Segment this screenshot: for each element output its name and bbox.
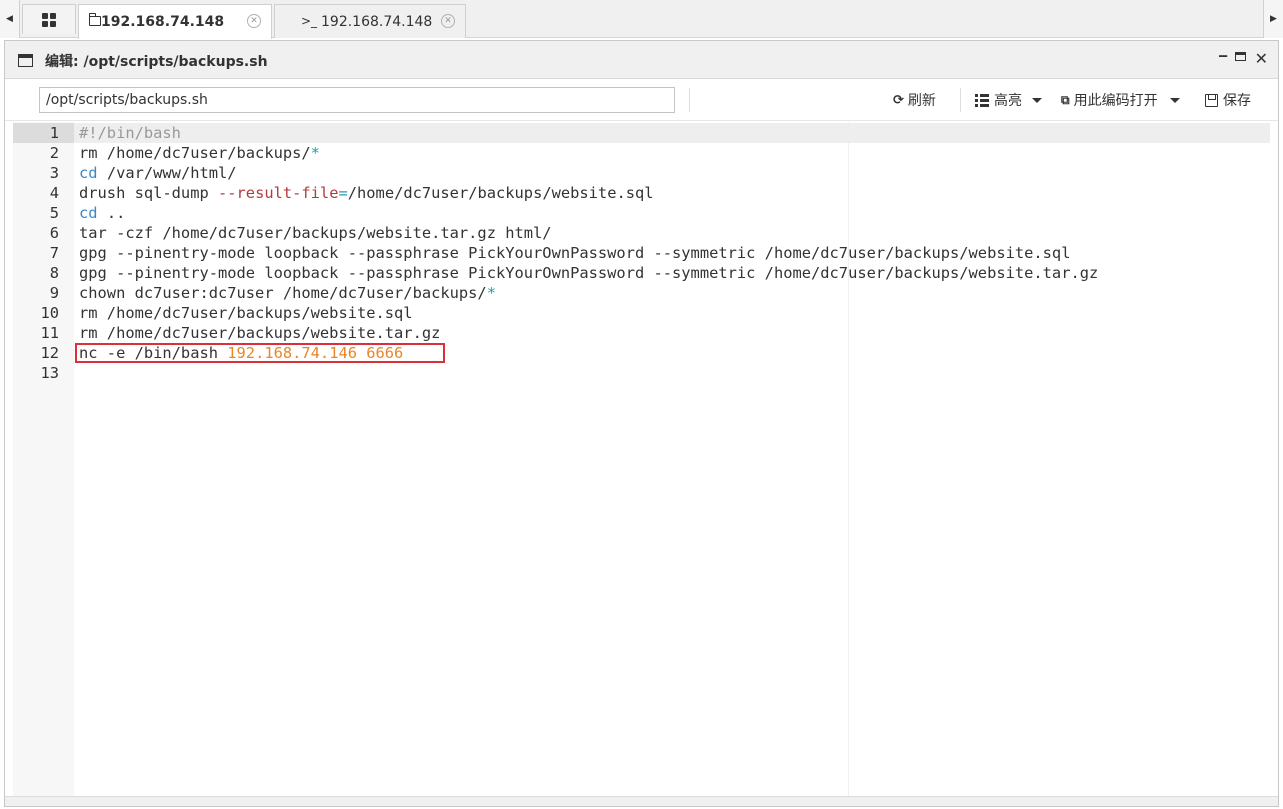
line-code: chown dc7user:dc7user /home/dc7user/back… [79, 283, 496, 303]
code-token: gpg --pinentry-mode loopback --passphras… [79, 264, 1099, 282]
window-icon [18, 54, 33, 67]
line-number: 11 [40, 324, 59, 342]
toolbar-divider [960, 88, 961, 112]
file-path-input[interactable] [39, 87, 675, 113]
line-number: 6 [49, 224, 59, 242]
highlight-label: 高亮 [994, 93, 1022, 109]
code-token: drush sql-dump [79, 184, 218, 202]
window-title: 编辑: /opt/scripts/backups.sh [45, 54, 268, 70]
line-number: 3 [49, 164, 59, 182]
line-number: 12 [40, 344, 59, 362]
tab-label: 192.168.74.148 [101, 14, 225, 30]
home-tab[interactable] [22, 4, 76, 34]
line-code: cd /var/www/html/ [79, 163, 237, 183]
line-code: gpg --pinentry-mode loopback --passphras… [79, 243, 1070, 263]
code-token: #!/bin/bash [79, 124, 181, 142]
save-label: 保存 [1223, 93, 1251, 109]
code-line[interactable]: 7 gpg --pinentry-mode loopback --passphra… [13, 243, 1270, 263]
encoding-icon: ⧉ [1061, 92, 1070, 107]
code-token: .. [97, 204, 126, 222]
code-token: rm /home/dc7user/backups/ [79, 144, 311, 162]
code-token: rm /home/dc7user/backups/website.tar.gz [79, 324, 441, 342]
code-token: * [310, 144, 320, 162]
refresh-label: 刷新 [907, 93, 936, 109]
code-line[interactable]: 4 drush sql-dump --result-file=/home/dc7u… [13, 183, 1270, 203]
line-number: 4 [49, 184, 59, 202]
tab-scroll-right-button[interactable]: ▶ [1263, 0, 1283, 38]
close-button[interactable]: ✕ [1255, 49, 1268, 68]
line-number: 10 [40, 304, 59, 322]
code-token: cd [79, 204, 98, 222]
maximize-button[interactable] [1235, 52, 1246, 61]
line-code: #!/bin/bash [79, 123, 181, 143]
code-token: cd [79, 164, 98, 182]
chevron-down-icon [1169, 97, 1180, 103]
terminal-icon: >_ [301, 14, 318, 28]
line-number: 7 [49, 244, 59, 262]
grid-icon [42, 12, 56, 27]
code-token: tar -czf /home/dc7user/backups/website.t… [79, 224, 552, 242]
code-line[interactable]: 3 cd /var/www/html/ [13, 163, 1270, 183]
line-number: 1 [13, 123, 74, 143]
folder-icon [88, 13, 101, 28]
tab-file-manager[interactable]: 192.168.74.148 ✕ [78, 4, 272, 39]
code-token: rm /home/dc7user/backups/website.sql [79, 304, 413, 322]
code-line[interactable]: 5 cd .. [13, 203, 1270, 223]
editor-window: 编辑: /opt/scripts/backups.sh ‒ ✕ ⟳ 刷新 高亮 … [4, 40, 1279, 807]
line-code: rm /home/dc7user/backups/website.tar.gz [79, 323, 440, 343]
code-line[interactable]: 9 chown dc7user:dc7user /home/dc7user/bac… [13, 283, 1270, 303]
code-token: gpg --pinentry-mode loopback --passphras… [79, 244, 1071, 262]
line-number: 2 [49, 144, 59, 162]
code-line[interactable]: 11 rm /home/dc7user/backups/website.tar.g… [13, 323, 1270, 343]
code-token: --result-file [218, 184, 339, 202]
code-editor[interactable]: 1 #!/bin/bash 2 rm /home/dc7user/backups/* 3… [13, 122, 1270, 798]
code-token: chown dc7user:dc7user /home/dc7user/back… [79, 284, 487, 302]
line-number: 8 [49, 264, 59, 282]
annotation-highlight-box [75, 343, 445, 363]
editor-toolbar: ⟳ 刷新 高亮 ⧉ 用此编码打开 保存 [5, 79, 1278, 121]
tab-terminal[interactable]: >_ 192.168.74.148 ✕ [274, 4, 466, 38]
minimize-button[interactable]: ‒ [1218, 48, 1228, 64]
refresh-icon: ⟳ [893, 92, 904, 108]
code-line[interactable]: 13 [13, 363, 1270, 383]
line-code: tar -czf /home/dc7user/backups/website.t… [79, 223, 552, 243]
save-button[interactable]: 保存 [1205, 89, 1251, 111]
encoding-label: 用此编码打开 [1073, 93, 1158, 109]
close-icon[interactable]: ✕ [441, 14, 455, 28]
window-bottom-bar [5, 796, 1278, 806]
line-code: cd .. [79, 203, 125, 223]
code-token: /var/www/html/ [97, 164, 237, 182]
code-line[interactable]: 8 gpg --pinentry-mode loopback --passphra… [13, 263, 1270, 283]
highlight-dropdown-button[interactable]: 高亮 [975, 89, 1042, 111]
toolbar-divider [689, 88, 690, 112]
code-line[interactable]: 6 tar -czf /home/dc7user/backups/website.… [13, 223, 1270, 243]
code-token: * [486, 284, 496, 302]
line-code: rm /home/dc7user/backups/* [79, 143, 320, 163]
window-title-bar[interactable]: 编辑: /opt/scripts/backups.sh ‒ ✕ [5, 41, 1278, 79]
code-token: /home/dc7user/backups/website.sql [347, 184, 654, 202]
line-number: 13 [40, 364, 59, 382]
line-code: rm /home/dc7user/backups/website.sql [79, 303, 413, 323]
code-line[interactable]: 1 #!/bin/bash [13, 123, 1270, 143]
open-with-encoding-button[interactable]: ⧉ 用此编码打开 [1061, 89, 1180, 111]
code-line[interactable]: 2 rm /home/dc7user/backups/* [13, 143, 1270, 163]
tab-scroll-left-button[interactable]: ◀ [0, 0, 20, 38]
code-token: = [338, 184, 348, 202]
save-icon [1205, 93, 1218, 107]
line-code: gpg --pinentry-mode loopback --passphras… [79, 263, 1098, 283]
line-number: 5 [49, 204, 59, 222]
refresh-button[interactable]: ⟳ 刷新 [893, 89, 936, 111]
tab-label: 192.168.74.148 [321, 13, 433, 30]
list-icon [975, 93, 989, 107]
line-code: drush sql-dump --result-file=/home/dc7us… [79, 183, 654, 203]
line-number: 9 [49, 284, 59, 302]
close-icon[interactable]: ✕ [247, 14, 261, 28]
tab-bar: ◀ 192.168.74.148 ✕ >_ 192.168.74.148 ✕ ▶ [0, 0, 1283, 39]
chevron-down-icon [1032, 97, 1042, 103]
code-line[interactable]: 10 rm /home/dc7user/backups/website.sql [13, 303, 1270, 323]
